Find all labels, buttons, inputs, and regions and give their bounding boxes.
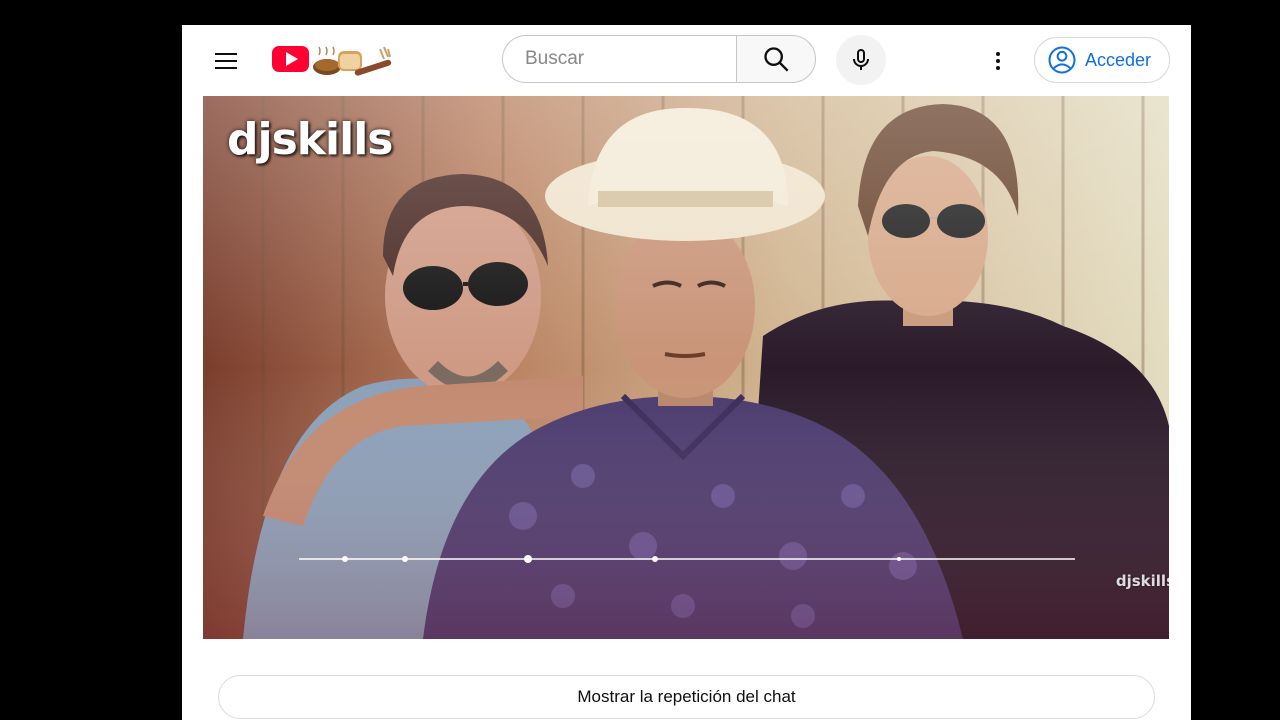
voice-search-button[interactable] bbox=[836, 35, 886, 85]
search-field[interactable] bbox=[502, 35, 736, 83]
top-bar: Acceder bbox=[182, 25, 1191, 95]
youtube-page: Acceder bbox=[182, 25, 1191, 720]
search-input[interactable] bbox=[523, 47, 727, 71]
account-circle-icon bbox=[1048, 46, 1076, 74]
video-player[interactable]: djskills djskills bbox=[203, 96, 1169, 639]
audio-waveform-overlay bbox=[299, 555, 1075, 563]
sign-in-button[interactable]: Acceder bbox=[1034, 37, 1170, 83]
watermark-text: djskills bbox=[1115, 572, 1169, 590]
vertical-dots-icon bbox=[996, 52, 1000, 70]
search-icon bbox=[764, 47, 789, 72]
hamburger-menu-icon bbox=[215, 53, 237, 69]
youtube-logo-with-bread-icon bbox=[272, 46, 392, 76]
more-options-button[interactable] bbox=[980, 43, 1016, 79]
channel-logo-overlay: djskills bbox=[227, 114, 393, 165]
microphone-icon bbox=[853, 49, 869, 70]
menu-button[interactable] bbox=[208, 43, 244, 79]
search-button[interactable] bbox=[736, 35, 816, 83]
show-chat-replay-button[interactable]: Mostrar la repetición del chat bbox=[218, 675, 1155, 719]
sign-in-label: Acceder bbox=[1085, 49, 1152, 70]
youtube-logo[interactable] bbox=[272, 41, 398, 79]
